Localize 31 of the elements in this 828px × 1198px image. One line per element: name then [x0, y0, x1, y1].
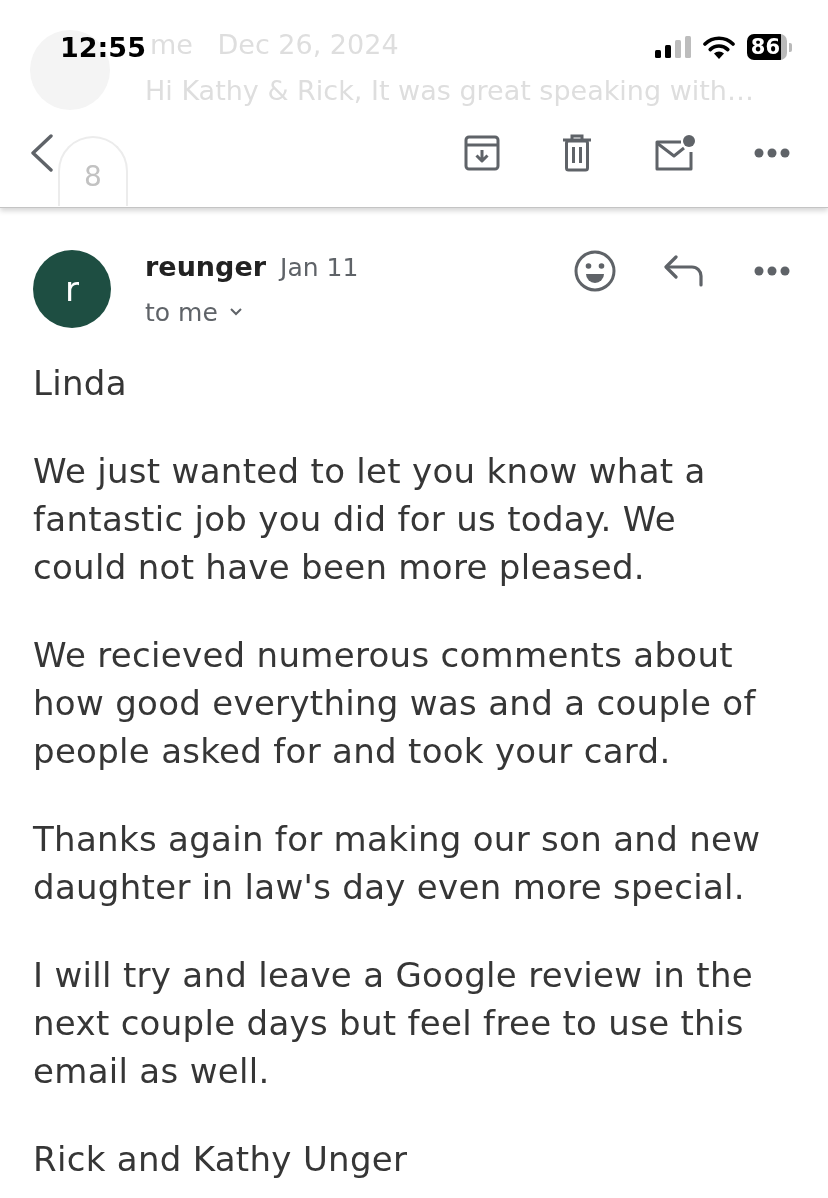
message-date: Jan 11 [280, 253, 359, 282]
battery-indicator: 86 [746, 34, 792, 60]
more-icon [754, 148, 790, 158]
body-paragraph: Thanks again for making our son and new daughter in law's day even more special. [33, 818, 762, 909]
mark-unread-button[interactable] [654, 134, 696, 172]
delete-button[interactable] [562, 134, 592, 172]
back-button[interactable] [30, 134, 54, 172]
body-paragraph: Rick and Kathy Unger [33, 1138, 409, 1181]
archive-button[interactable] [464, 135, 500, 171]
sender-name: reunger [145, 251, 267, 282]
reply-button[interactable] [664, 255, 704, 287]
archive-icon [464, 135, 500, 171]
more-icon [754, 266, 790, 276]
signal-icon [654, 36, 691, 58]
react-button[interactable] [574, 250, 616, 292]
smiley-icon [574, 250, 616, 292]
more-button[interactable] [754, 148, 790, 158]
more-button[interactable] [754, 266, 790, 276]
body-paragraph: We just wanted to let you know what a fantastic job you did for us today. We could not have been more pleased. [33, 450, 707, 589]
status-time: 12:55 [60, 31, 146, 65]
mail-unread-icon [654, 134, 696, 172]
chevron-down-icon [229, 308, 242, 317]
trash-icon [562, 134, 592, 172]
back-icon [30, 134, 54, 172]
recipient-toggle[interactable]: to me [145, 293, 242, 331]
sender-avatar: r [33, 250, 111, 328]
body-paragraph: I will try and leave a Google review in the next couple days but feel free to use this email as well. [33, 954, 754, 1093]
body-paragraph: We recieved numerous comments about how good everything was and a couple of people asked for and took your card. [33, 634, 757, 773]
body-paragraph: Linda [33, 362, 128, 405]
wifi-icon [702, 35, 735, 59]
reply-icon [664, 255, 704, 287]
